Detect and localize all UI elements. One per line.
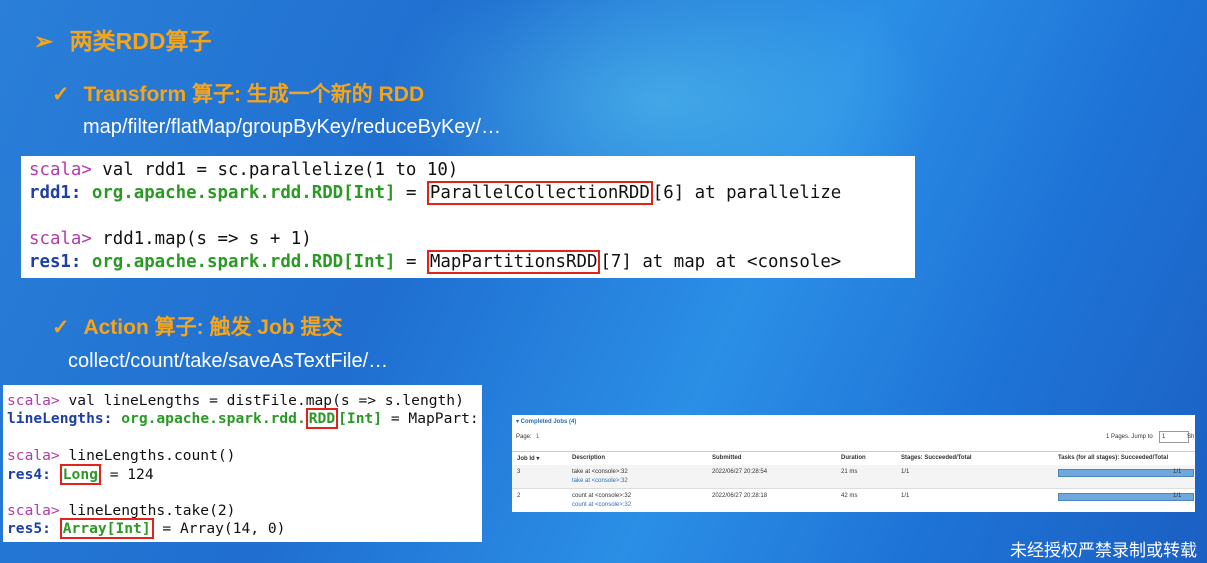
code-command: val rdd1 = sc.parallelize(1 to 10): [91, 160, 459, 180]
job-link[interactable]: take at <console>:32: [572, 478, 628, 484]
header-job-id[interactable]: Job Id ▾: [517, 455, 539, 462]
header-description[interactable]: Description: [572, 455, 605, 461]
result-name: res1: [29, 252, 71, 272]
code-rest: [6] at parallelize: [652, 183, 842, 203]
show-label: Sh: [1187, 434, 1195, 440]
transform-heading: ✓ Transform 算子: 生成一个新的 RDD: [52, 78, 424, 108]
action-ops: collect/count/take/saveAsTextFile/…: [68, 350, 389, 372]
job-stages: 1/1: [901, 493, 910, 499]
job-id: 2: [517, 493, 521, 499]
code-line-4: res4: Long = 124: [7, 464, 154, 485]
code-rest: [7] at map at <console>: [600, 252, 842, 272]
code-line-5: scala> lineLengths.take(2): [7, 502, 236, 519]
job-submitted: 2022/06/27 20:28:18: [712, 493, 768, 499]
job-duration: 21 ms: [841, 469, 858, 475]
header-duration[interactable]: Duration: [841, 455, 866, 461]
jump-to-input[interactable]: 1: [1159, 431, 1189, 443]
code-block-transform: scala> val rdd1 = sc.parallelize(1 to 10…: [21, 156, 915, 278]
scala-prompt: scala>: [29, 160, 92, 180]
result-type: org.apache.spark.rdd.RDD[Int]: [91, 252, 396, 272]
jobs-table-header: Job Id ▾ Description Submitted Duration …: [512, 451, 1195, 466]
code-line-2: lineLengths: org.apache.spark.rdd. RDD [In…: [7, 408, 479, 429]
page-link[interactable]: 1: [536, 434, 539, 440]
highlight-box-long: Long: [59, 464, 101, 485]
code-line-1: scala> val lineLengths = distFile.map(s …: [7, 392, 464, 409]
highlight-box-mappartitionsrdd: MapPartitionsRDD: [426, 250, 601, 274]
action-heading: ✓ Action 算子: 触发 Job 提交: [52, 311, 342, 341]
job-tasks: 1/1: [1173, 493, 1182, 499]
bullet-arrow-icon: ➢: [34, 28, 54, 54]
code-line-3: scala> rdd1.map(s => s + 1): [29, 229, 312, 249]
transform-ops: map/filter/flatMap/groupByKey/reduceByKe…: [83, 116, 501, 138]
checkmark-icon: ✓: [52, 316, 70, 339]
slide-title: ➢ 两类RDD算子: [34, 22, 212, 56]
highlight-box-array-int: Array[Int]: [59, 518, 154, 539]
transform-heading-text: Transform 算子: 生成一个新的 RDD: [83, 83, 425, 106]
scala-prompt: scala>: [29, 229, 92, 249]
code-line-1: scala> val rdd1 = sc.parallelize(1 to 10…: [29, 160, 458, 180]
table-row: 2 count at <console>:32 count at <consol…: [512, 489, 1195, 512]
page-label: Page:: [516, 434, 532, 440]
job-submitted: 2022/06/27 20:28:54: [712, 469, 768, 475]
code-line-4: res1: org.apache.spark.rdd.RDD[Int] = Ma…: [29, 250, 842, 274]
completed-jobs-panel: ▾ Completed Jobs (4) Page: 1 1 Pages. Ju…: [512, 415, 1195, 512]
result-type: org.apache.spark.rdd.RDD[Int]: [91, 183, 396, 203]
result-name: rdd1: [29, 183, 71, 203]
table-row: 3 take at <console>:32 take at <console>…: [512, 465, 1195, 489]
job-stages: 1/1: [901, 469, 910, 475]
header-tasks[interactable]: Tasks (for all stages): Succeeded/Total: [1058, 455, 1168, 461]
checkmark-icon: ✓: [52, 83, 70, 106]
highlight-box-rdd: RDD: [305, 408, 339, 429]
action-heading-text: Action 算子: 触发 Job 提交: [83, 316, 343, 339]
job-tasks: 1/1: [1173, 469, 1182, 475]
code-command: rdd1.map(s => s + 1): [91, 229, 312, 249]
slide-title-text: 两类RDD算子: [69, 28, 212, 54]
highlight-box-parallelcollectionrdd: ParallelCollectionRDD: [426, 181, 653, 205]
completed-jobs-toggle[interactable]: ▾ Completed Jobs (4): [516, 418, 576, 425]
pages-info: 1 Pages. Jump to: [1106, 434, 1153, 440]
watermark-text: 未经授权严禁录制或转载: [1010, 541, 1197, 560]
code-line-2: rdd1: org.apache.spark.rdd.RDD[Int] = Pa…: [29, 181, 842, 205]
code-line-3: scala> lineLengths.count(): [7, 447, 236, 464]
header-submitted[interactable]: Submitted: [712, 455, 741, 461]
job-id: 3: [517, 469, 521, 475]
header-stages[interactable]: Stages: Succeeded/Total: [901, 455, 972, 461]
job-description: count at <console>:32: [572, 493, 632, 499]
code-block-action: scala> val lineLengths = distFile.map(s …: [3, 385, 482, 542]
job-duration: 42 ms: [841, 493, 858, 499]
code-line-6: res5: Array[Int] = Array(14, 0): [7, 518, 286, 539]
job-description: take at <console>:32: [572, 469, 628, 475]
job-link[interactable]: count at <console>:32: [572, 502, 631, 508]
